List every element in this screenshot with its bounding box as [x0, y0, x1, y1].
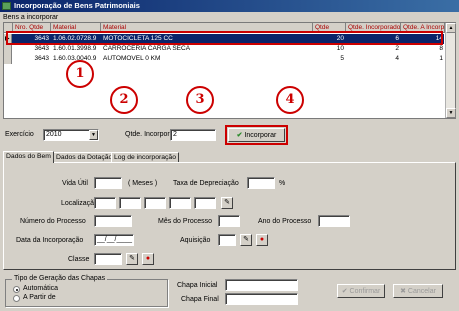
mes-processo-label: Mês do Processo [158, 218, 213, 225]
qtde-incorporar-label: Qtde. Incorporar [125, 131, 176, 138]
chapas-groupbox: Tipo de Geração das Chapas Automática A … [5, 275, 168, 307]
search-icon[interactable]: ✎ [221, 197, 233, 209]
confirmar-label: Confirmar [349, 288, 381, 295]
scroll-down-icon[interactable]: ▼ [446, 108, 456, 118]
classe-label: Classe [68, 256, 90, 263]
a-partir-label: A Partir de [23, 294, 56, 301]
table-row[interactable]: 3643 1.60.01.3998.9 CARROCERIA CARGA SEC… [4, 44, 444, 54]
chapa-final-input[interactable] [225, 293, 298, 305]
cell-a-incorporar: 8 [439, 45, 443, 52]
row-indicator [4, 54, 12, 64]
search-icon[interactable]: ✎ [126, 253, 138, 265]
search-icon[interactable]: ✎ [240, 234, 252, 246]
data-incorporacao-label: Data da Incorporação [16, 237, 84, 244]
numero-processo-input[interactable] [94, 215, 132, 227]
localizacao-input-3[interactable] [144, 197, 166, 209]
window-title: Incorporação de Bens Patrimoniais [14, 1, 140, 10]
callout-3: 3 [186, 86, 214, 114]
cell-material: AUTOMOVEL 0 KM [103, 55, 161, 62]
cell-a-incorporar: 1 [439, 55, 443, 62]
numero-processo-label: Número do Processo [20, 218, 86, 225]
ano-processo-label: Ano do Processo [258, 218, 312, 225]
callout-4: 4 [276, 86, 304, 114]
grid-vertical-scrollbar[interactable]: ▲ ▼ [445, 23, 456, 118]
chapa-inicial-label: Chapa Inicial [177, 282, 218, 289]
cell-nro: 3643 [34, 55, 49, 62]
cell-incorporado: 2 [395, 45, 399, 52]
exercicio-label: Exercício [5, 131, 34, 138]
automatica-label: Automática [23, 285, 59, 292]
vida-util-input[interactable] [94, 177, 122, 189]
clear-icon[interactable]: ● [256, 234, 268, 246]
ano-processo-input[interactable] [318, 215, 350, 227]
close-icon: ✖ [400, 288, 406, 295]
cell-code: 1.60.01.3998.9 [53, 45, 97, 52]
cell-incorporado: 4 [395, 55, 399, 62]
clear-icon[interactable]: ● [142, 253, 154, 265]
cell-qtde: 5 [340, 55, 344, 62]
meses-label: ( Meses ) [128, 180, 158, 187]
incorporar-button[interactable]: ✔ Incorporar [228, 128, 285, 142]
exercicio-select[interactable]: 2010 ▼ [43, 129, 99, 141]
cell-qtde: 10 [336, 45, 344, 52]
group-label: Bens a incorporar [3, 14, 59, 21]
window-titlebar: Incorporação de Bens Patrimoniais [0, 0, 459, 12]
mes-processo-input[interactable] [218, 215, 240, 227]
scroll-up-icon[interactable]: ▲ [446, 23, 456, 33]
percent-label: % [279, 180, 286, 187]
vida-util-label: Vida Útil [62, 180, 88, 187]
localizacao-input-4[interactable] [169, 197, 191, 209]
localizacao-input-1[interactable] [94, 197, 116, 209]
data-incorporacao-input[interactable]: __/__/____ [94, 234, 134, 246]
taxa-depreciacao-input[interactable] [247, 177, 275, 189]
chevron-down-icon[interactable]: ▼ [89, 130, 98, 140]
confirmar-button[interactable]: ✔ Confirmar [337, 284, 385, 298]
cancelar-label: Cancelar [407, 288, 436, 295]
taxa-depreciacao-label: Taxa de Depreciação [173, 180, 239, 187]
localizacao-label: Localização [61, 200, 98, 207]
callout-1: 1 [66, 60, 94, 88]
a-partir-radio[interactable] [13, 295, 20, 302]
localizacao-input-5[interactable] [194, 197, 216, 209]
exercicio-value: 2010 [46, 131, 62, 138]
qtde-incorporar-input[interactable]: 2 [170, 129, 216, 141]
highlight-selected-row [6, 31, 443, 45]
cell-material: CARROCERIA CARGA SECA [103, 45, 191, 52]
chapa-inicial-input[interactable] [225, 279, 298, 291]
aquisicao-label: Aquisição [180, 237, 211, 244]
chapa-final-label: Chapa Final [181, 296, 219, 303]
app-icon [2, 2, 11, 10]
callout-2: 2 [110, 86, 138, 114]
localizacao-input-2[interactable] [119, 197, 141, 209]
cell-nro: 3643 [34, 45, 49, 52]
tab-dados-do-bem[interactable]: Dados do Bem [3, 151, 54, 163]
row-indicator [4, 44, 12, 54]
automatica-radio[interactable] [13, 286, 20, 293]
cancelar-button[interactable]: ✖ Cancelar [393, 284, 443, 298]
aquisicao-input[interactable] [218, 234, 236, 246]
chapas-legend: Tipo de Geração das Chapas [12, 275, 108, 282]
check-icon: ✔ [236, 132, 243, 139]
check-icon: ✔ [341, 288, 348, 295]
incorporar-label: Incorporar [244, 132, 277, 139]
classe-input[interactable] [94, 253, 122, 265]
